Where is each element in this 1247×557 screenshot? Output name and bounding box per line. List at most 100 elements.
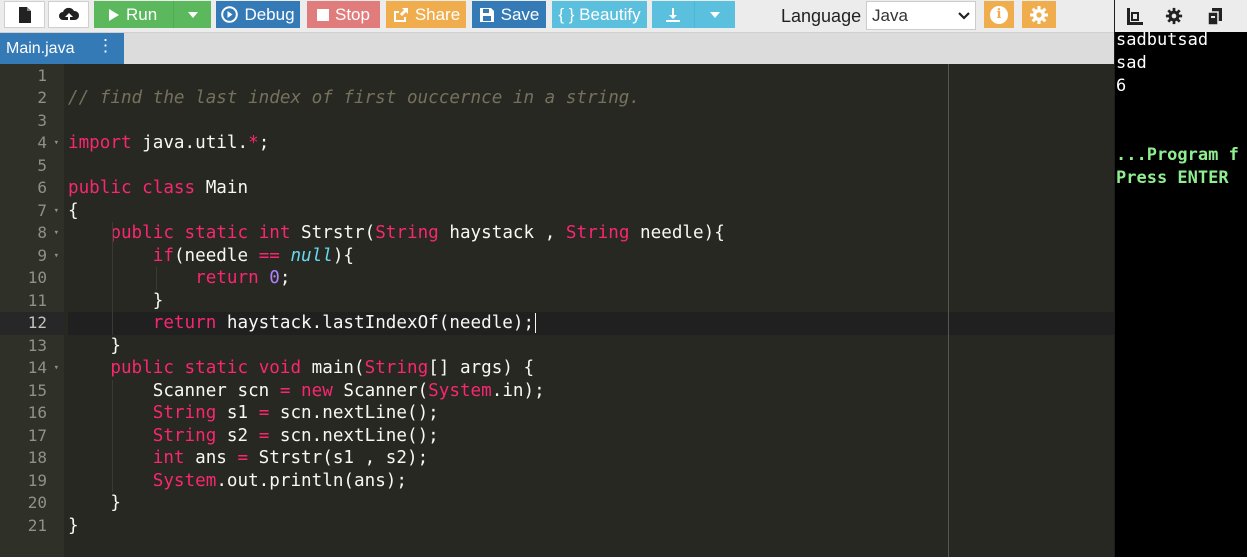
code-token: Scanner(	[332, 380, 429, 401]
code-line: }	[68, 492, 1114, 515]
code-token: Strstr(s1 , s2);	[248, 448, 429, 468]
line-number: 10	[27, 268, 47, 287]
code-token: void	[258, 358, 302, 378]
run-button[interactable]: Run	[94, 1, 173, 28]
new-file-button[interactable]	[4, 1, 45, 28]
line-number: 9 ▾	[0, 245, 64, 268]
download-button[interactable]	[652, 1, 694, 28]
beautify-button[interactable]: { } Beautify	[552, 1, 647, 28]
code-token: {	[68, 200, 79, 221]
code-token: scn.nextLine();	[269, 403, 439, 423]
code-token: ){	[332, 245, 355, 266]
caret-down-icon	[187, 11, 198, 18]
code-line: }	[68, 515, 1114, 538]
line-number: 4 ▾	[0, 132, 64, 155]
code-token: Scanner scn	[68, 380, 280, 401]
line-number: 15	[27, 380, 47, 400]
file-tab-main[interactable]: Main.java ⋮	[0, 33, 124, 64]
code-line: public class Main	[68, 177, 1114, 200]
code-token: =	[258, 425, 270, 446]
code-token: System	[152, 470, 217, 491]
code-line: System.out.println(ans);	[68, 470, 1114, 493]
code-token: java.util.	[131, 133, 249, 153]
line-number: 11	[27, 290, 47, 310]
code-line: public static int Strstr(String haystack…	[68, 222, 1114, 245]
line-number: 12	[0, 312, 64, 335]
stop-button[interactable]: Stop	[307, 1, 380, 28]
code-token: // find the last index of first ouccernc…	[68, 88, 640, 108]
fold-arrow-icon[interactable]: ▾	[54, 200, 59, 223]
output-panel[interactable]: sadbutsad sad 6 ...Program f Press ENTER	[1115, 0, 1247, 557]
code-token: String	[152, 403, 217, 423]
line-number: 21	[27, 515, 47, 535]
debug-button[interactable]: Debug	[216, 1, 300, 28]
code-token: =	[237, 448, 249, 468]
code-token: }	[68, 290, 164, 311]
gear-icon	[1030, 5, 1048, 24]
share-button[interactable]: Share	[386, 1, 466, 28]
upload-button[interactable]	[48, 1, 89, 28]
gear-icon[interactable]	[1163, 5, 1185, 27]
save-button[interactable]: Save	[472, 1, 546, 28]
code-token: s1	[216, 403, 259, 423]
fold-arrow-icon[interactable]: ▾	[54, 357, 59, 380]
code-line: String s2 = scn.nextLine();	[68, 425, 1114, 448]
file-icon	[18, 6, 31, 23]
play-circle-icon	[221, 6, 239, 23]
language-label: Language	[781, 6, 862, 26]
code-editor[interactable]: 1 2 3 4 ▾ 5 6 7 ▾ 8 ▾ 9 ▾ 10 11 12 13 14 ▾ 15 16 17 18 19 20 21 /…	[0, 64, 1114, 557]
save-label: Save	[500, 4, 540, 24]
run-options-dropdown[interactable]	[173, 1, 211, 28]
output-text: sadbutsad sad 6 ...Program f Press ENTER	[1116, 29, 1239, 190]
line-number: 6	[37, 178, 47, 197]
kebab-menu-icon[interactable]: ⋮	[97, 37, 114, 54]
caret-down-icon	[710, 11, 720, 18]
share-label: Share	[414, 4, 461, 24]
fold-arrow-icon[interactable]: ▾	[54, 222, 59, 245]
code-token: String	[375, 223, 439, 243]
code-line: Scanner scn = new Scanner(System.in);	[68, 380, 1114, 403]
copy-output-icon[interactable]	[1204, 5, 1226, 27]
fold-arrow-icon[interactable]: ▾	[54, 132, 59, 155]
code-token: }	[68, 335, 121, 356]
output-toolbar	[1115, 0, 1247, 32]
settings-button[interactable]	[1022, 1, 1056, 28]
line-number: 17	[27, 425, 47, 445]
code-token: scn.nextLine();	[269, 425, 439, 446]
code-area[interactable]: // find the last index of first ouccernc…	[64, 64, 1114, 557]
code-line: public static void main(String[] args) {	[68, 357, 1114, 380]
text-cursor	[535, 313, 536, 333]
info-button[interactable]: i	[984, 1, 1014, 28]
layout-toggle-icon[interactable]	[1124, 5, 1146, 27]
language-select[interactable]: Java	[866, 1, 976, 30]
code-token: if	[152, 245, 174, 266]
code-line: return 0;	[68, 267, 1114, 290]
download-options-dropdown[interactable]	[694, 1, 735, 28]
line-number: 5	[37, 155, 47, 175]
fold-arrow-icon[interactable]: ▾	[54, 245, 59, 268]
output-line: ...Program f	[1116, 145, 1239, 165]
code-line: String s1 = scn.nextLine();	[68, 402, 1114, 425]
code-token: ans	[184, 448, 238, 468]
code-line: return haystack.lastIndexOf(needle);	[68, 312, 1114, 335]
code-line: import java.util.*;	[68, 132, 1114, 155]
line-number: 2	[37, 88, 47, 107]
line-number: 13	[27, 335, 47, 355]
code-token: String	[364, 358, 429, 378]
code-token: String	[565, 223, 630, 243]
cloud-upload-icon	[58, 7, 79, 22]
line-number: 7 ▾	[0, 200, 64, 223]
code-token: .in);	[491, 380, 545, 401]
